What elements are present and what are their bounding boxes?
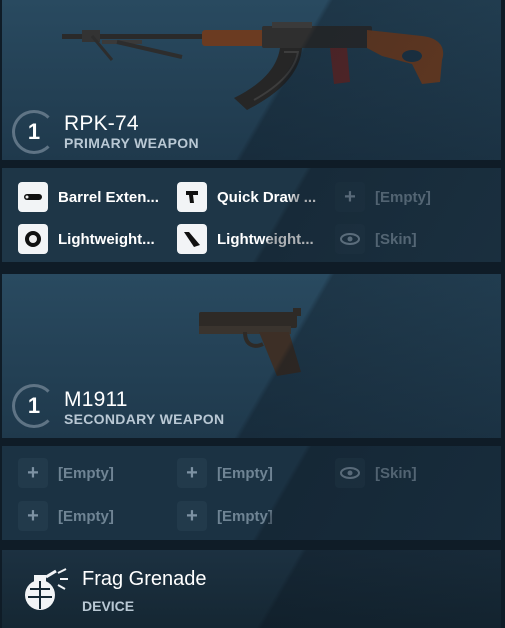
- plus-icon: +: [18, 458, 48, 488]
- secondary-weapon-name: M1911: [64, 388, 128, 411]
- attachment-label: [Skin]: [375, 464, 417, 482]
- plus-icon: +: [177, 501, 207, 531]
- attachment-slot-grip[interactable]: Quick Draw ...: [177, 182, 327, 212]
- attachment-slot-empty[interactable]: + [Empty]: [335, 182, 455, 212]
- stock-icon: [177, 224, 207, 254]
- attachment-slot-magazine[interactable]: Lightweight...: [18, 224, 168, 254]
- rifle-icon: [62, 22, 444, 110]
- primary-weapon-panel[interactable]: 1 RPK-74 PRIMARY WEAPON: [2, 0, 501, 160]
- secondary-count: 1: [27, 393, 41, 418]
- skin-slot[interactable]: [Skin]: [335, 458, 455, 488]
- secondary-count-badge: 1: [12, 384, 56, 428]
- attachment-label: [Empty]: [375, 188, 431, 206]
- attachment-label: Lightweight...: [58, 230, 155, 248]
- secondary-attachments-panel: + [Empty] + [Empty] [Skin] + [Empty] + […: [2, 446, 501, 540]
- device-name: Frag Grenade: [82, 568, 207, 590]
- plus-icon: +: [335, 182, 365, 212]
- primary-weapon-name: RPK-74: [64, 112, 139, 135]
- primary-attachments-panel: Barrel Exten... Quick Draw ... + [Empty]…: [2, 168, 501, 262]
- attachment-label: [Skin]: [375, 230, 417, 248]
- pistol-icon: [199, 308, 301, 376]
- attachment-slot-empty[interactable]: + [Empty]: [18, 501, 168, 531]
- plus-icon: +: [18, 501, 48, 531]
- attachment-slot-stock[interactable]: Lightweight...: [177, 224, 327, 254]
- attachment-label: [Empty]: [58, 507, 114, 525]
- barrel-extension-icon: [18, 182, 48, 212]
- attachment-label: Quick Draw ...: [217, 188, 317, 206]
- attachment-label: [Empty]: [217, 507, 273, 525]
- primary-count-badge: 1: [12, 110, 56, 154]
- attachment-slot-empty[interactable]: + [Empty]: [18, 458, 168, 488]
- attachment-label: [Empty]: [217, 464, 273, 482]
- secondary-weapon-type: SECONDARY WEAPON: [64, 411, 225, 427]
- primary-count: 1: [27, 119, 41, 144]
- primary-weapon-type: PRIMARY WEAPON: [64, 135, 199, 151]
- secondary-weapon-panel[interactable]: 1 M1911 SECONDARY WEAPON: [2, 274, 501, 438]
- attachment-slot-empty[interactable]: + [Empty]: [177, 458, 327, 488]
- attachment-slot-barrel[interactable]: Barrel Exten...: [18, 182, 168, 212]
- eye-icon: [335, 458, 365, 488]
- eye-icon: [335, 224, 365, 254]
- plus-icon: +: [177, 458, 207, 488]
- attachment-label: Barrel Exten...: [58, 188, 159, 206]
- attachment-label: [Empty]: [58, 464, 114, 482]
- grip-icon: [177, 182, 207, 212]
- device-panel[interactable]: [2, 550, 501, 628]
- device-type: DEVICE: [82, 598, 135, 614]
- attachment-slot-empty[interactable]: + [Empty]: [177, 501, 327, 531]
- target-ring-icon: [18, 224, 48, 254]
- grenade-icon: [25, 568, 68, 610]
- skin-slot[interactable]: [Skin]: [335, 224, 455, 254]
- attachment-label: Lightweight...: [217, 230, 314, 248]
